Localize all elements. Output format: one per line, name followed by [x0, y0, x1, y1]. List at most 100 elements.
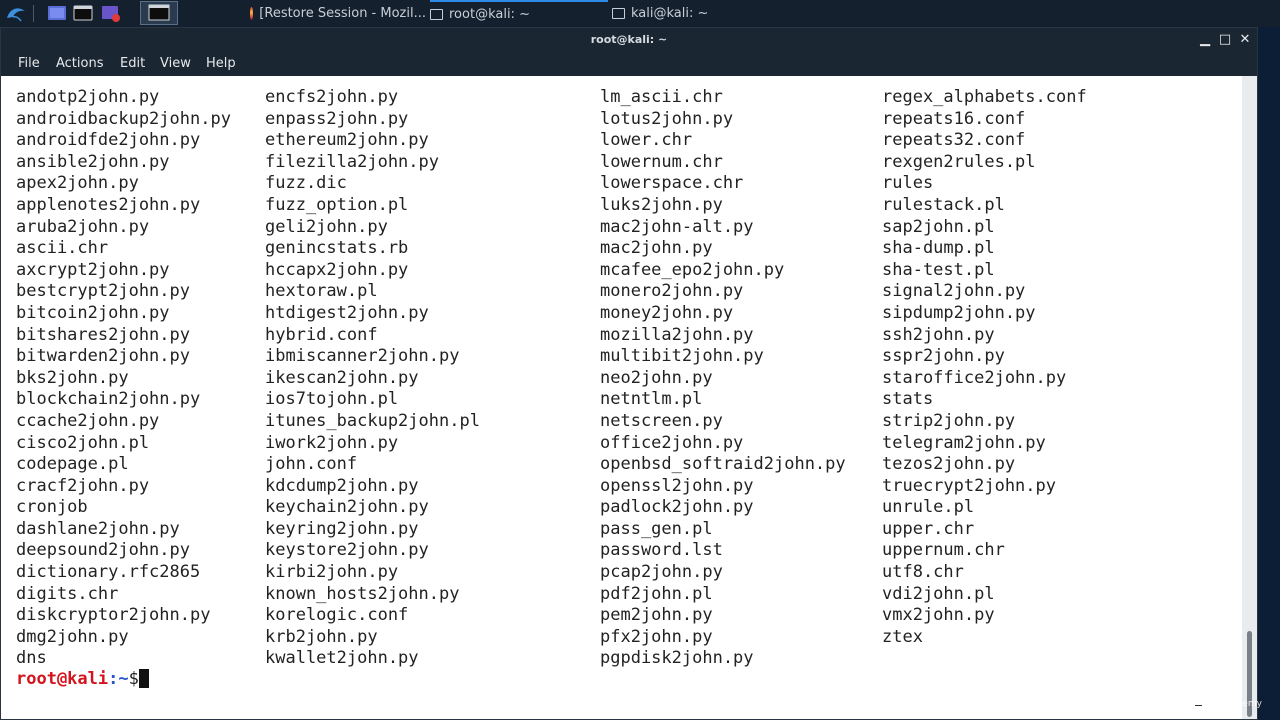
file-entry: ssh2john.py	[882, 324, 995, 345]
menu-actions[interactable]: Actions	[56, 56, 104, 71]
file-entry: known_hosts2john.py	[265, 583, 460, 604]
file-entry: openssl2john.py	[600, 475, 754, 496]
kali-menu-icon[interactable]	[4, 2, 28, 24]
file-entry: staroffice2john.py	[882, 367, 1067, 388]
file-entry: strip2john.py	[882, 410, 1016, 431]
window-bottom	[1, 706, 1241, 719]
file-entry: signal2john.py	[882, 281, 1026, 302]
active-workspace-icon[interactable]	[140, 1, 178, 25]
taskbar-separator	[33, 5, 34, 22]
file-entry: mcafee_epo2john.py	[600, 259, 785, 280]
file-entry: keychain2john.py	[265, 497, 429, 518]
file-entry: tezos2john.py	[882, 454, 1016, 475]
maximize-button[interactable]: □	[1217, 31, 1233, 49]
file-entry: kdcdump2john.py	[265, 475, 419, 496]
file-entry: krb2john.py	[265, 626, 378, 647]
taskbar-item-root-terminal[interactable]: root@kali: ~	[430, 0, 608, 27]
taskbar-item-firefox[interactable]: [Restore Session - Mozil...	[250, 0, 426, 27]
file-entry: htdigest2john.py	[265, 302, 429, 323]
file-entry: ztex	[882, 626, 923, 647]
shell-prompt[interactable]: root@kali:~$	[16, 669, 149, 691]
taskbar-item-kali-terminal[interactable]: kali@kali: ~	[612, 0, 772, 27]
terminal-launcher-icon[interactable]	[72, 2, 94, 24]
show-desktop-icon[interactable]	[46, 2, 68, 24]
terminal-icon	[430, 9, 443, 20]
file-entry: multibit2john.py	[600, 346, 764, 367]
file-entry: bitcoin2john.py	[16, 302, 170, 323]
minimize-button[interactable]: ▁	[1197, 31, 1213, 49]
listing-column-3: lm_ascii.chr lotus2john.py lower.chr lowern…	[600, 87, 846, 670]
file-entry: monero2john.py	[600, 281, 744, 302]
file-entry: encfs2john.py	[265, 87, 399, 107]
menu-view[interactable]: View	[160, 56, 191, 71]
window-titlebar[interactable]: root@kali: ~ ▁ □ ✕	[1, 28, 1257, 53]
file-entry: apex2john.py	[16, 173, 139, 194]
file-entry: rulestack.pl	[882, 194, 1005, 215]
file-entry: mac2john-alt.py	[600, 216, 754, 237]
file-entry: andotp2john.py	[16, 87, 160, 107]
file-entry: repeats32.conf	[882, 130, 1026, 151]
file-entry: fuzz_option.pl	[265, 194, 409, 215]
listing-column-1: andotp2john.py androidbackup2john.py andro…	[16, 87, 231, 670]
file-entry: blockchain2john.py	[16, 389, 201, 410]
file-entry: keystore2john.py	[265, 540, 429, 561]
file-entry: filezilla2john.py	[265, 151, 439, 172]
file-entry: iwork2john.py	[265, 432, 399, 453]
file-entry: fuzz.dic	[265, 173, 347, 194]
file-entry: digits.chr	[16, 583, 119, 604]
file-entry: cisco2john.pl	[16, 432, 150, 453]
file-entry: regex_alphabets.conf	[882, 87, 1087, 107]
file-entry: pcap2john.py	[600, 562, 723, 583]
file-entry: hextoraw.pl	[265, 281, 378, 302]
file-entry: lowernum.chr	[600, 151, 723, 172]
file-entry: sspr2john.py	[882, 346, 1005, 367]
menu-edit[interactable]: Edit	[120, 56, 145, 71]
file-entry: ascii.chr	[16, 238, 109, 259]
vertical-scrollbar[interactable]	[1242, 76, 1257, 719]
file-entry: ikescan2john.py	[265, 367, 419, 388]
terminal-output[interactable]: andotp2john.py androidbackup2john.py andro…	[1, 76, 1241, 720]
file-entry: pdf2john.pl	[600, 583, 713, 604]
file-entry: ios7tojohn.pl	[265, 389, 399, 410]
window-title: root@kali: ~	[590, 33, 668, 46]
file-entry: enpass2john.py	[265, 108, 409, 129]
file-entry: rules	[882, 173, 934, 194]
file-entry: bitshares2john.py	[16, 324, 190, 345]
file-entry: sha-test.pl	[882, 259, 995, 280]
file-entry: password.lst	[600, 540, 723, 561]
file-entry: pgpdisk2john.py	[600, 648, 754, 669]
file-entry: ccache2john.py	[16, 410, 160, 431]
menu-file[interactable]: File	[18, 56, 40, 71]
file-entry: itunes_backup2john.pl	[265, 410, 480, 431]
file-entry: sap2john.pl	[882, 216, 995, 237]
taskbar-item-label: [Restore Session - Mozil...	[259, 6, 426, 21]
file-entry: androidfde2john.py	[16, 130, 201, 151]
file-entry: sipdump2john.py	[882, 302, 1036, 323]
settings-launcher-icon[interactable]	[100, 2, 122, 24]
file-entry: androidbackup2john.py	[16, 108, 231, 129]
file-entry: pfx2john.py	[600, 626, 713, 647]
file-entry: telegram2john.py	[882, 432, 1046, 453]
file-entry: stats	[882, 389, 934, 410]
close-button[interactable]: ✕	[1237, 31, 1253, 49]
file-entry: cracf2john.py	[16, 475, 150, 496]
file-entry: luks2john.py	[600, 194, 723, 215]
taskbar-item-label: kali@kali: ~	[631, 6, 709, 21]
file-entry: korelogic.conf	[265, 605, 409, 626]
terminal-icon	[612, 8, 625, 19]
file-entry: sha-dump.pl	[882, 238, 995, 259]
file-entry: codepage.pl	[16, 454, 129, 475]
file-entry: utf8.chr	[882, 562, 964, 583]
file-entry: diskcryptor2john.py	[16, 605, 211, 626]
file-entry: aruba2john.py	[16, 216, 150, 237]
menu-help[interactable]: Help	[206, 56, 236, 71]
terminal-window: root@kali: ~ ▁ □ ✕ File Actions Edit Vie…	[0, 27, 1258, 720]
file-entry: ansible2john.py	[16, 151, 170, 172]
file-entry: dashlane2john.py	[16, 518, 180, 539]
file-entry: deepsound2john.py	[16, 540, 190, 561]
file-entry: padlock2john.py	[600, 497, 754, 518]
prompt-user: root@kali	[16, 669, 109, 689]
taskbar: [Restore Session - Mozil... root@kali: ~…	[0, 0, 1280, 27]
file-entry: rexgen2rules.pl	[882, 151, 1036, 172]
text-cursor	[138, 669, 149, 688]
